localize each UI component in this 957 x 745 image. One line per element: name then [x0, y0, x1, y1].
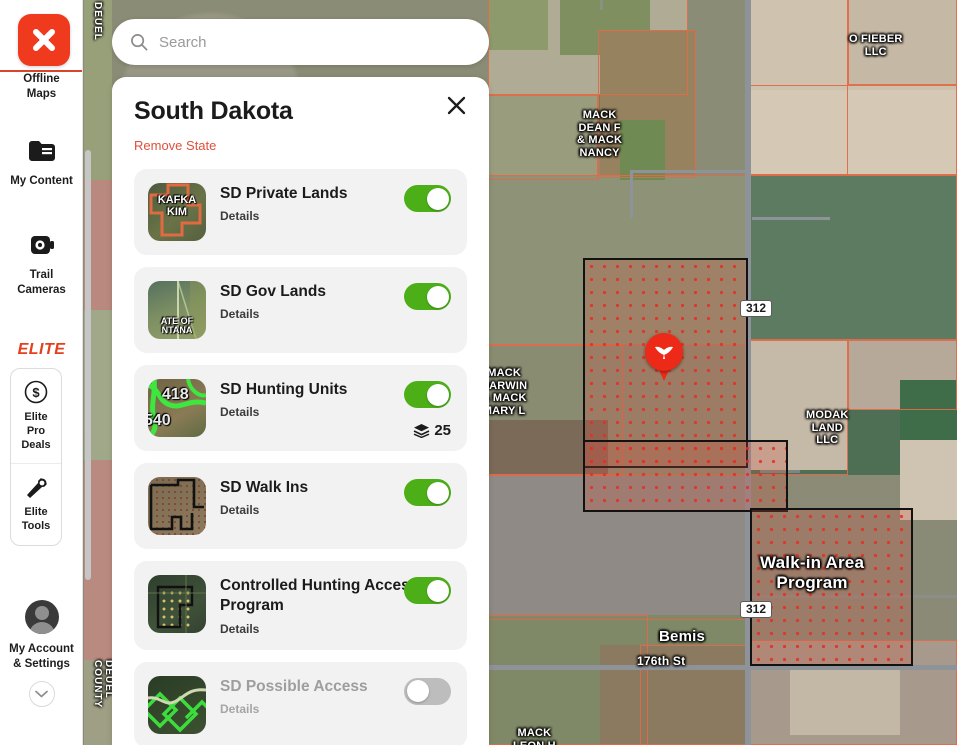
parcel-boundary: [488, 615, 648, 745]
sidebar-item-label: My Account & Settings: [9, 643, 74, 670]
highway-shield: 312: [740, 300, 773, 317]
sidebar-item-my-account[interactable]: My Account & Settings: [0, 600, 82, 708]
map-pin[interactable]: [645, 333, 683, 383]
layer-thumbnail-label: ATE OF NTANA: [160, 316, 194, 336]
layer-card[interactable]: 418 540 SD Hunting Units Details 25: [134, 365, 467, 451]
elite-cell-label: Elite Tools: [21, 506, 51, 532]
search-icon: [131, 34, 148, 51]
layers-icon: [413, 424, 430, 438]
layer-toggle[interactable]: [404, 283, 451, 310]
county-tag: DEUEL: [92, 2, 103, 41]
county-tag: DEUEL COUNTY: [92, 660, 114, 709]
elite-tools-icon: [27, 478, 47, 499]
my-content-icon: [28, 136, 56, 166]
layer-details-link[interactable]: Details: [220, 622, 451, 636]
layer-card[interactable]: KAFKA KIM SD Private Lands Details: [134, 169, 467, 255]
sidebar-item-elite-tools[interactable]: Elite Tools: [11, 463, 61, 545]
sidebar-item-my-content[interactable]: My Content: [0, 136, 82, 189]
turkey-pin-icon: [655, 346, 673, 359]
svg-text:$: $: [32, 385, 40, 400]
thumb-outline: [149, 478, 204, 531]
sidebar-item-label: Trail Cameras: [17, 269, 66, 296]
elite-box: $ Elite Pro Deals Elite Tools: [10, 368, 62, 546]
layer-stack-count[interactable]: 25: [413, 422, 451, 439]
elite-heading: ELITE: [17, 341, 66, 358]
dollar-circle-icon: $: [24, 380, 48, 404]
hunting-unit-number: 418: [162, 386, 189, 403]
toggle-knob: [406, 680, 429, 703]
avatar: [24, 600, 59, 634]
layer-thumbnail-private-lands: KAFKA KIM: [148, 183, 206, 241]
layer-thumbnail-label: KAFKA KIM: [157, 194, 197, 218]
toggle-knob: [426, 481, 449, 504]
trail-camera-icon: [29, 230, 55, 260]
hunting-unit-number: 540: [148, 412, 171, 429]
layer-toggle[interactable]: [404, 479, 451, 506]
close-x-button[interactable]: [18, 14, 70, 66]
layer-thumbnail-gov-lands: ATE OF NTANA: [148, 281, 206, 339]
toggle-knob: [426, 579, 449, 602]
page-title: South Dakota: [134, 97, 293, 125]
toggle-knob: [426, 285, 449, 308]
toggle-knob: [426, 383, 449, 406]
layer-thumbnail-chap: [148, 575, 206, 633]
search-bar[interactable]: [112, 19, 489, 65]
state-layers-panel: South Dakota Remove State KAFKA KIM SD Pr…: [112, 77, 489, 745]
chevron-down-icon[interactable]: [28, 681, 55, 708]
close-icon: [447, 96, 465, 114]
layer-toggle[interactable]: [404, 677, 451, 705]
panel-close-button[interactable]: [441, 90, 471, 120]
thumb-art: [148, 688, 206, 733]
search-input[interactable]: [159, 19, 471, 65]
walkin-polygon: [750, 508, 913, 666]
parcel-boundary: [748, 175, 957, 340]
sidebar-item-label: My Content: [10, 175, 73, 187]
map-road: [630, 170, 633, 218]
walkin-polygon: [583, 440, 788, 512]
panel-header: South Dakota Remove State: [112, 77, 489, 155]
layer-card[interactable]: SD Possible Access Details: [134, 661, 467, 745]
layer-toggle[interactable]: [404, 381, 451, 408]
layer-card[interactable]: Controlled Hunting Access Program Details: [134, 561, 467, 650]
layer-thumbnail-walk-ins: [148, 477, 206, 535]
layer-toggle[interactable]: [404, 577, 451, 604]
highway-shield: 312: [740, 601, 773, 618]
app-root: DEUEL DEUEL COUNTY O FIEBER LLC MACK DEA…: [0, 0, 957, 745]
parcel-boundary: [640, 645, 748, 745]
map-road: [630, 170, 748, 173]
elite-cell-label: Elite Pro Deals: [21, 411, 51, 451]
layer-thumbnail-possible-access: [148, 675, 206, 734]
sidebar-item-elite-pro-deals[interactable]: $ Elite Pro Deals: [11, 369, 61, 463]
layer-card[interactable]: SD Walk Ins Details: [134, 463, 467, 549]
layer-thumbnail-hunting-units: 418 540: [148, 379, 206, 437]
sidebar-item-trail-cameras[interactable]: Trail Cameras: [0, 230, 82, 297]
parcel-boundary: [748, 85, 957, 175]
parcel-boundary: [598, 30, 696, 178]
parcel-boundary: [848, 0, 957, 85]
stack-count-value: 25: [434, 422, 451, 439]
parcel-boundary: [488, 95, 598, 180]
map-road: [752, 217, 830, 220]
parcel-boundary: [848, 340, 957, 410]
close-x-icon: [33, 29, 55, 51]
toggle-knob: [426, 187, 449, 210]
layer-card[interactable]: ATE OF NTANA SD Gov Lands Details: [134, 267, 467, 353]
remove-state-link[interactable]: Remove State: [134, 138, 216, 153]
layer-toggle[interactable]: [404, 185, 451, 212]
sidebar-scrollbar[interactable]: [85, 150, 91, 580]
layer-list: KAFKA KIM SD Private Lands Details ATE OF N…: [112, 155, 489, 745]
map-road: [600, 0, 603, 10]
left-sidebar: Offline Maps My Content Trail Cameras EL…: [0, 0, 83, 745]
thumb-outline: [148, 575, 206, 633]
sidebar-item-label: Offline Maps: [23, 73, 60, 100]
sidebar-item-offline-maps[interactable]: Offline Maps: [0, 64, 82, 101]
